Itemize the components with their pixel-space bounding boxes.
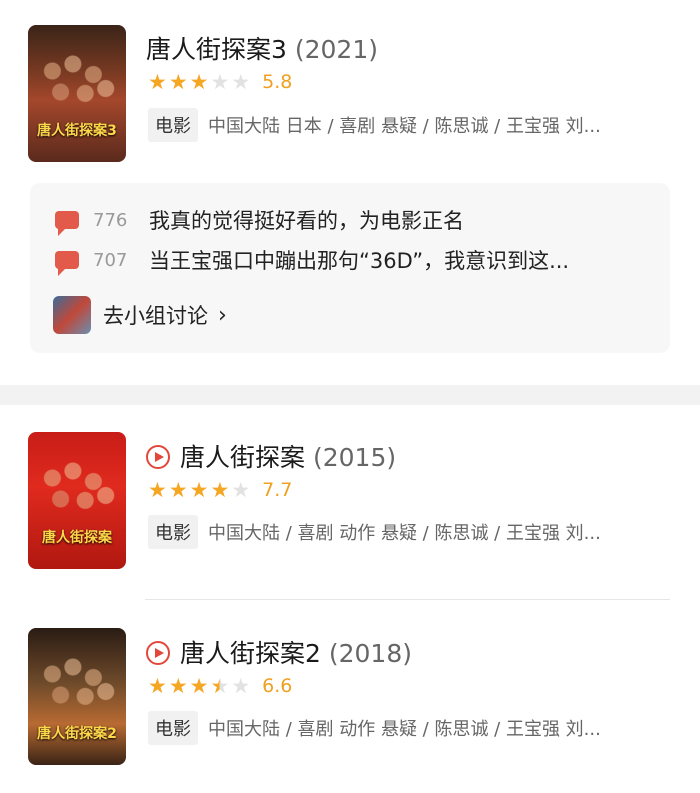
poster-item-2[interactable]: 唐人街探案 (28, 432, 126, 569)
movie-title-1[interactable]: 唐人街探案3 (2021) (146, 30, 378, 66)
star-icon: ★ (231, 477, 251, 502)
poster-title-text: 唐人街探案2 (37, 726, 117, 742)
star-rating-1: ★ ★ ★ ★ ★ 5.8 (148, 71, 292, 93)
movie-meta-3: 电影 中国大陆 / 喜剧 动作 悬疑 / 陈思诚 / 王宝强 刘... (148, 711, 601, 745)
comment-row[interactable]: 776 我真的觉得挺好看的，为电影正名 (55, 205, 464, 236)
section-separator (0, 385, 700, 405)
star-icon: ★ (189, 69, 209, 94)
movie-meta-1: 电影 中国大陆 日本 / 喜剧 悬疑 / 陈思诚 / 王宝强 刘... (148, 108, 601, 142)
movie-title-text[interactable]: 唐人街探案3 (146, 35, 287, 64)
star-icon: ★ (168, 477, 188, 502)
play-circle-icon[interactable] (146, 641, 170, 665)
movie-title-2[interactable]: 唐人街探案 (2015) (146, 438, 396, 474)
meta-text: 中国大陆 日本 / 喜剧 悬疑 / 陈思诚 / 王宝强 刘... (208, 116, 601, 137)
comment-count: 776 (93, 209, 128, 231)
movie-title-text[interactable]: 唐人街探案2 (180, 639, 321, 668)
movie-title-text[interactable]: 唐人街探案 (180, 443, 305, 472)
movie-year: (2021) (294, 35, 378, 64)
comment-row[interactable]: 707 当王宝强口中蹦出那句“36D”，我意识到这... (55, 245, 569, 276)
poster-art (36, 450, 118, 520)
poster-item-1[interactable]: 唐人街探案3 (28, 25, 126, 162)
group-thumbnail (53, 296, 91, 334)
star-icon: ★ (210, 69, 230, 94)
comment-count: 707 (93, 249, 128, 271)
comment-text[interactable]: 当王宝强口中蹦出那句“36D”，我意识到这... (149, 245, 569, 275)
movie-year: (2018) (328, 639, 412, 668)
group-link-label[interactable]: 去小组讨论 (103, 300, 208, 330)
star-rating-2: ★ ★ ★ ★ ★ 7.7 (148, 479, 292, 501)
star-rating-3: ★ ★ ★ ★ ★ 6.6 (148, 675, 292, 697)
group-discussion-link[interactable]: 去小组讨论 › (53, 296, 227, 334)
star-icon: ★ (148, 673, 167, 698)
star-icon: ★ (231, 673, 251, 698)
rating-value: 5.8 (262, 71, 293, 93)
movie-meta-2: 电影 中国大陆 / 喜剧 动作 悬疑 / 陈思诚 / 王宝强 刘... (148, 515, 601, 549)
type-badge: 电影 (148, 711, 198, 745)
meta-text: 中国大陆 / 喜剧 动作 悬疑 / 陈思诚 / 王宝强 刘... (208, 719, 601, 740)
type-badge: 电影 (148, 515, 198, 549)
list-divider (145, 599, 670, 600)
rating-value: 6.6 (262, 675, 293, 697)
hot-comments-panel: 776 我真的觉得挺好看的，为电影正名 707 当王宝强口中蹦出那句“36D”，… (30, 183, 670, 353)
rating-value: 7.7 (262, 479, 293, 501)
star-icon: ★ (210, 673, 230, 698)
star-icon: ★ (210, 477, 230, 502)
star-icon: ★ (168, 673, 188, 698)
poster-title-text: 唐人街探案3 (37, 123, 117, 139)
chevron-right-icon: › (218, 302, 227, 328)
poster-title-text: 唐人街探案 (42, 530, 112, 546)
meta-text: 中国大陆 / 喜剧 动作 悬疑 / 陈思诚 / 王宝强 刘... (208, 523, 601, 544)
star-icon: ★ (189, 673, 209, 698)
comment-bubble-icon (55, 211, 79, 236)
star-icon: ★ (231, 69, 251, 94)
type-badge: 电影 (148, 108, 198, 142)
comment-bubble-icon (55, 251, 79, 276)
star-icon: ★ (168, 69, 188, 94)
poster-art (36, 646, 118, 716)
poster-art (36, 43, 118, 113)
poster-item-3[interactable]: 唐人街探案2 (28, 628, 126, 765)
movie-title-3[interactable]: 唐人街探案2 (2018) (146, 634, 412, 670)
star-icon: ★ (189, 477, 209, 502)
comment-text[interactable]: 我真的觉得挺好看的，为电影正名 (149, 205, 464, 235)
movie-year: (2015) (312, 443, 397, 472)
play-circle-icon[interactable] (146, 445, 170, 469)
star-icon: ★ (148, 477, 167, 502)
star-icon: ★ (148, 69, 167, 94)
